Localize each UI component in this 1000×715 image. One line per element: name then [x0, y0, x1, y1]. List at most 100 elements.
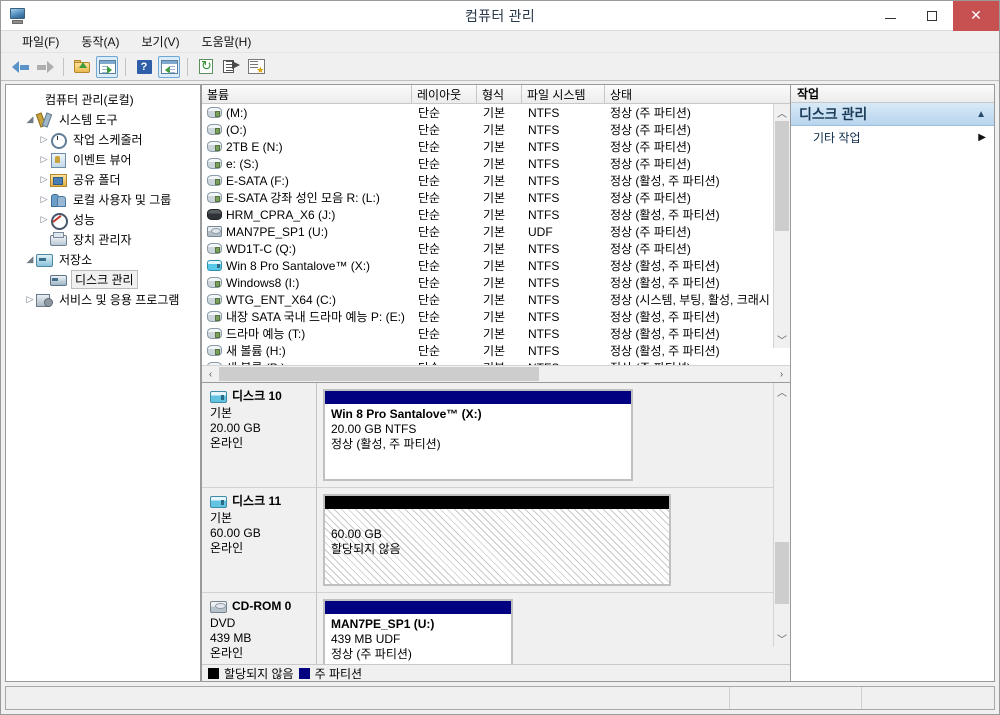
- tree-item-6[interactable]: ▷ 성능: [6, 209, 200, 230]
- properties-icon[interactable]: [245, 56, 267, 78]
- menu-help[interactable]: 도움말(H): [191, 31, 263, 52]
- table-row[interactable]: 새 볼륨 (H:) 단순 기본 NTFS 정상 (활성, 주 파티션): [202, 342, 790, 359]
- table-row[interactable]: (M:) 단순 기본 NTFS 정상 (주 파티션): [202, 104, 790, 121]
- table-row[interactable]: (O:) 단순 기본 NTFS 정상 (주 파티션): [202, 121, 790, 138]
- cell-type: 기본: [483, 293, 506, 307]
- table-row[interactable]: E-SATA (F:) 단순 기본 NTFS 정상 (활성, 주 파티션): [202, 172, 790, 189]
- tree-item-5[interactable]: ▷ 로컬 사용자 및 그룹: [6, 189, 200, 209]
- table-row[interactable]: 2TB E (N:) 단순 기본 NTFS 정상 (주 파티션): [202, 138, 790, 155]
- disk-vertical-scroll-track[interactable]: [774, 400, 791, 630]
- actions-disk-management-title[interactable]: 디스크 관리 ▲: [791, 103, 994, 126]
- volume-list-horizontal-scrollbar[interactable]: ‹ ›: [202, 365, 790, 382]
- disk-name: 디스크 10: [232, 389, 282, 403]
- disk-type: 기본: [210, 406, 233, 420]
- disk-scroll-down-icon[interactable]: ﹀: [774, 630, 791, 647]
- scroll-left-icon[interactable]: ‹: [202, 366, 219, 382]
- disk-info-panel[interactable]: 디스크 10 기본 20.00 GB 온라인: [202, 383, 317, 487]
- cell-volume-label: HRM_CPRA_X6 (J:): [226, 207, 336, 222]
- show-console-tree-icon[interactable]: [96, 55, 118, 78]
- disk-view-vertical-scrollbar[interactable]: ︿ ﹀: [773, 383, 790, 647]
- tree-expander-icon[interactable]: ▷: [38, 174, 50, 185]
- tree-expander-icon[interactable]: ▷: [38, 134, 50, 145]
- disk-info-panel[interactable]: 디스크 11 기본 60.00 GB 온라인: [202, 488, 317, 592]
- disk-scroll-up-icon[interactable]: ︿: [774, 383, 791, 400]
- cell-volume-label: MAN7PE_SP1 (U:): [226, 224, 329, 239]
- tree-expander-icon[interactable]: ◢: [24, 254, 36, 265]
- scroll-right-icon[interactable]: ›: [773, 366, 790, 382]
- disk-row[interactable]: 디스크 10 기본 20.00 GB 온라인 Win 8 Pro Santalove™ …: [202, 383, 773, 488]
- partition-block[interactable]: MAN7PE_SP1 (U:) 439 MB UDF 정상 (주 파티션): [323, 599, 513, 664]
- table-row[interactable]: 드라마 예능 (T:) 단순 기본 NTFS 정상 (활성, 주 파티션): [202, 325, 790, 342]
- volume-list-vertical-scrollbar[interactable]: ︿ ﹀: [773, 104, 790, 348]
- cell-volume-label: (M:): [226, 105, 248, 120]
- table-row[interactable]: Win 8 Pro Santalove™ (X:) 단순 기본 NTFS 정상 (활성,…: [202, 257, 790, 274]
- tree-item-8[interactable]: ◢ 저장소: [6, 249, 200, 269]
- menu-action[interactable]: 동작(A): [70, 31, 130, 52]
- column-header-filesystem[interactable]: 파일 시스템: [522, 85, 605, 103]
- partition-block[interactable]: Win 8 Pro Santalove™ (X:) 20.00 GB NTFS 정상…: [323, 389, 633, 481]
- menu-file[interactable]: 파일(F): [11, 31, 70, 52]
- forward-icon[interactable]: [34, 56, 56, 78]
- partition-block[interactable]: 60.00 GB 할당되지 않음: [323, 494, 671, 586]
- cell-filesystem: NTFS: [528, 122, 560, 137]
- export-list-icon[interactable]: [220, 56, 242, 78]
- tree-item-10[interactable]: ▷ 서비스 및 응용 프로그램: [6, 289, 200, 309]
- drive-icon: [207, 260, 222, 271]
- tree-expander-icon[interactable]: ▷: [38, 194, 50, 205]
- cell-volume: Win 8 Pro Santalove™ (X:): [202, 259, 412, 273]
- tree-expander-icon[interactable]: ▷: [24, 294, 36, 305]
- column-header-status[interactable]: 상태: [605, 85, 790, 103]
- diskmgmt-icon: [50, 272, 67, 287]
- menu-view[interactable]: 보기(V): [130, 31, 190, 52]
- disk-row[interactable]: CD-ROM 0 DVD 439 MB 온라인 MAN7PE_SP1 (U:) 439 M…: [202, 593, 773, 664]
- drive-icon: [207, 107, 222, 118]
- tree-expander-icon[interactable]: ▷: [38, 154, 50, 165]
- tree-item-9[interactable]: 디스크 관리: [6, 269, 200, 289]
- disk-title: 디스크 10: [210, 389, 310, 404]
- disk-info-panel[interactable]: CD-ROM 0 DVD 439 MB 온라인: [202, 593, 317, 664]
- table-row[interactable]: HRM_CPRA_X6 (J:) 단순 기본 NTFS 정상 (활성, 주 파티션): [202, 206, 790, 223]
- show-action-pane-icon[interactable]: [158, 55, 180, 78]
- table-row[interactable]: e: (S:) 단순 기본 NTFS 정상 (주 파티션): [202, 155, 790, 172]
- cell-filesystem: NTFS: [528, 309, 560, 324]
- table-row[interactable]: 내장 SATA 국내 드라마 예능 P: (E:) 단순 기본 NTFS 정상 (활성,…: [202, 308, 790, 325]
- tree-item-0[interactable]: 컴퓨터 관리(로컬): [6, 89, 200, 109]
- tree-item-7[interactable]: 장치 관리자: [6, 229, 200, 249]
- cell-volume-label: E-SATA (F:): [226, 173, 289, 188]
- table-row[interactable]: MAN7PE_SP1 (U:) 단순 기본 UDF 정상 (주 파티션): [202, 223, 790, 240]
- tree-expander-icon[interactable]: ◢: [24, 114, 36, 125]
- disk-vertical-scroll-thumb[interactable]: [774, 542, 789, 604]
- back-icon[interactable]: [9, 56, 31, 78]
- vertical-scroll-track[interactable]: [774, 121, 791, 331]
- chevron-up-icon[interactable]: ▲: [976, 109, 986, 120]
- table-row[interactable]: WD1T-C (Q:) 단순 기본 NTFS 정상 (주 파티션): [202, 240, 790, 257]
- horizontal-scroll-thumb[interactable]: [219, 367, 539, 381]
- table-row[interactable]: E-SATA 강좌 성인 모음 R: (L:) 단순 기본 NTFS 정상 (주 파티션…: [202, 189, 790, 206]
- cell-filesystem: NTFS: [528, 156, 560, 171]
- table-row[interactable]: Windows8 (I:) 단순 기본 NTFS 정상 (활성, 주 파티션): [202, 274, 790, 291]
- table-row[interactable]: WTG_ENT_X64 (C:) 단순 기본 NTFS 정상 (시스템, 부팅, 활성,…: [202, 291, 790, 308]
- scroll-up-icon[interactable]: ︿: [774, 104, 791, 121]
- drive-icon: [207, 311, 222, 322]
- horizontal-scroll-track[interactable]: [219, 366, 773, 382]
- action-item-more-actions[interactable]: 기타 작업 ▶: [791, 126, 994, 148]
- cell-volume-label: Win 8 Pro Santalove™ (X:): [226, 258, 371, 273]
- cell-type: 기본: [483, 157, 506, 171]
- disk-row[interactable]: 디스크 11 기본 60.00 GB 온라인 60.00 GB 할당되지 않음: [202, 488, 773, 593]
- column-header-type[interactable]: 형식: [477, 85, 522, 103]
- refresh-icon[interactable]: [195, 56, 217, 78]
- tree-item-2[interactable]: ▷ 작업 스케줄러: [6, 129, 200, 149]
- scroll-down-icon[interactable]: ﹀: [774, 331, 791, 348]
- cell-status: 정상 (주 파티션): [610, 225, 691, 239]
- help-icon[interactable]: ?: [133, 56, 155, 78]
- vertical-scroll-thumb[interactable]: [774, 121, 789, 231]
- tree-expander-icon[interactable]: ▷: [38, 214, 50, 225]
- column-header-layout[interactable]: 레이아웃: [412, 85, 477, 103]
- up-folder-icon[interactable]: [71, 56, 93, 78]
- disk-type: 기본: [210, 511, 233, 525]
- tree-item-4[interactable]: ▷ 공유 폴더: [6, 169, 200, 189]
- column-header-volume[interactable]: 볼륨: [202, 85, 412, 103]
- tree-item-3[interactable]: ▷ 이벤트 뷰어: [6, 149, 200, 169]
- cell-volume-label: Windows8 (I:): [226, 275, 300, 290]
- tree-item-1[interactable]: ◢ 시스템 도구: [6, 109, 200, 129]
